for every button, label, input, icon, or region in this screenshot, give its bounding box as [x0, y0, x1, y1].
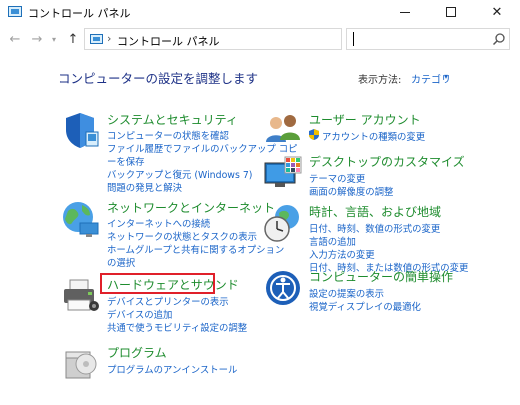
- shield-icon[interactable]: [60, 110, 100, 150]
- link-add-device[interactable]: デバイスの追加: [107, 307, 172, 321]
- up-button[interactable]: ↑: [64, 30, 82, 48]
- link-uninstall-program[interactable]: プログラムのアンインストール: [107, 362, 237, 376]
- arrow-right-icon: →: [31, 31, 43, 47]
- address-path[interactable]: コントロール パネル: [117, 33, 220, 49]
- link-check-computer-status[interactable]: コンピューターの状態を確認: [107, 128, 229, 142]
- minimize-button[interactable]: [382, 0, 428, 24]
- printer-icon[interactable]: [60, 276, 100, 316]
- control-panel-icon: [8, 6, 22, 17]
- close-icon: ✕: [491, 4, 503, 20]
- category-programs[interactable]: プログラム: [107, 344, 167, 361]
- link-add-language[interactable]: 言語の追加: [309, 234, 356, 248]
- title-bar: コントロール パネル ✕: [0, 0, 520, 24]
- link-optimize-visual-display[interactable]: 視覚ディスプレイの最適化: [309, 299, 421, 313]
- link-change-account-type[interactable]: アカウントの種類の変更: [322, 129, 425, 143]
- link-homegroup-options-cont[interactable]: の選択: [107, 255, 135, 269]
- address-bar[interactable]: › コントロール パネル ▾ ↻: [84, 28, 420, 52]
- arrow-left-icon: ←: [9, 31, 21, 47]
- link-connect-internet[interactable]: インターネットへの接続: [107, 216, 210, 230]
- page-title: コンピューターの設定を調整します: [58, 71, 259, 86]
- link-file-history-backup-cont[interactable]: ーを保存: [107, 154, 145, 168]
- search-input[interactable]: [346, 28, 510, 50]
- link-homegroup-options[interactable]: ホームグループと共有に関するオプション: [107, 242, 284, 256]
- programs-icon[interactable]: [60, 342, 100, 382]
- chevron-right-icon: ›: [107, 32, 112, 45]
- text-cursor: [353, 32, 354, 46]
- globe-network-icon[interactable]: [60, 199, 100, 239]
- link-backup-restore[interactable]: バックアップと復元 (Windows 7): [107, 167, 252, 181]
- window-title: コントロール パネル: [28, 7, 131, 20]
- category-user-accounts[interactable]: ユーザー アカウント: [309, 111, 421, 128]
- close-button[interactable]: ✕: [474, 0, 520, 24]
- category-hardware-sound[interactable]: ハードウェアとサウンド: [107, 276, 239, 293]
- category-network-internet[interactable]: ネットワークとインターネット: [107, 199, 275, 216]
- link-network-status[interactable]: ネットワークの状態とタスクの表示: [107, 229, 257, 243]
- control-panel-icon: [90, 34, 103, 44]
- uac-shield-icon: [309, 129, 319, 140]
- maximize-icon: [446, 7, 456, 17]
- category-ease-of-access[interactable]: コンピューターの簡単操作: [309, 268, 453, 285]
- view-by-label: 表示方法:: [358, 75, 402, 86]
- navigation-bar: ← → ▾ ↑ › コントロール パネル ▾ ↻: [0, 24, 520, 54]
- display-personalize-icon[interactable]: [263, 153, 303, 193]
- link-change-theme[interactable]: テーマの変更: [309, 171, 365, 185]
- chevron-down-icon: ▾: [51, 34, 56, 44]
- search-icon[interactable]: [492, 32, 506, 46]
- users-icon[interactable]: [263, 110, 303, 150]
- recent-locations-button[interactable]: ▾: [48, 30, 60, 48]
- ease-of-access-icon[interactable]: [263, 268, 303, 308]
- link-date-time-format-top[interactable]: 日付、時刻、数値の形式の変更: [309, 221, 440, 235]
- link-troubleshoot[interactable]: 問題の発見と解決: [107, 180, 182, 194]
- link-settings-suggestions[interactable]: 設定の提案の表示: [309, 286, 384, 300]
- chevron-down-icon[interactable]: ▾: [444, 72, 448, 81]
- maximize-button[interactable]: [428, 0, 474, 24]
- category-clock-language-region[interactable]: 時計、言語、および地域: [309, 203, 441, 220]
- link-change-input-method[interactable]: 入力方法の変更: [309, 247, 375, 261]
- back-button[interactable]: ←: [6, 30, 24, 48]
- link-adjust-resolution[interactable]: 画面の解像度の調整: [309, 184, 393, 198]
- category-appearance-personalization[interactable]: デスクトップのカスタマイズ: [309, 153, 465, 170]
- link-devices-printers[interactable]: デバイスとプリンターの表示: [107, 294, 229, 308]
- forward-button[interactable]: →: [28, 30, 46, 48]
- arrow-up-icon: ↑: [67, 31, 79, 47]
- link-mobility-settings[interactable]: 共通で使うモビリティ設定の調整: [107, 320, 247, 334]
- clock-globe-icon[interactable]: [263, 203, 303, 243]
- minimize-icon: [400, 11, 410, 13]
- category-system-security[interactable]: システムとセキュリティ: [107, 111, 238, 128]
